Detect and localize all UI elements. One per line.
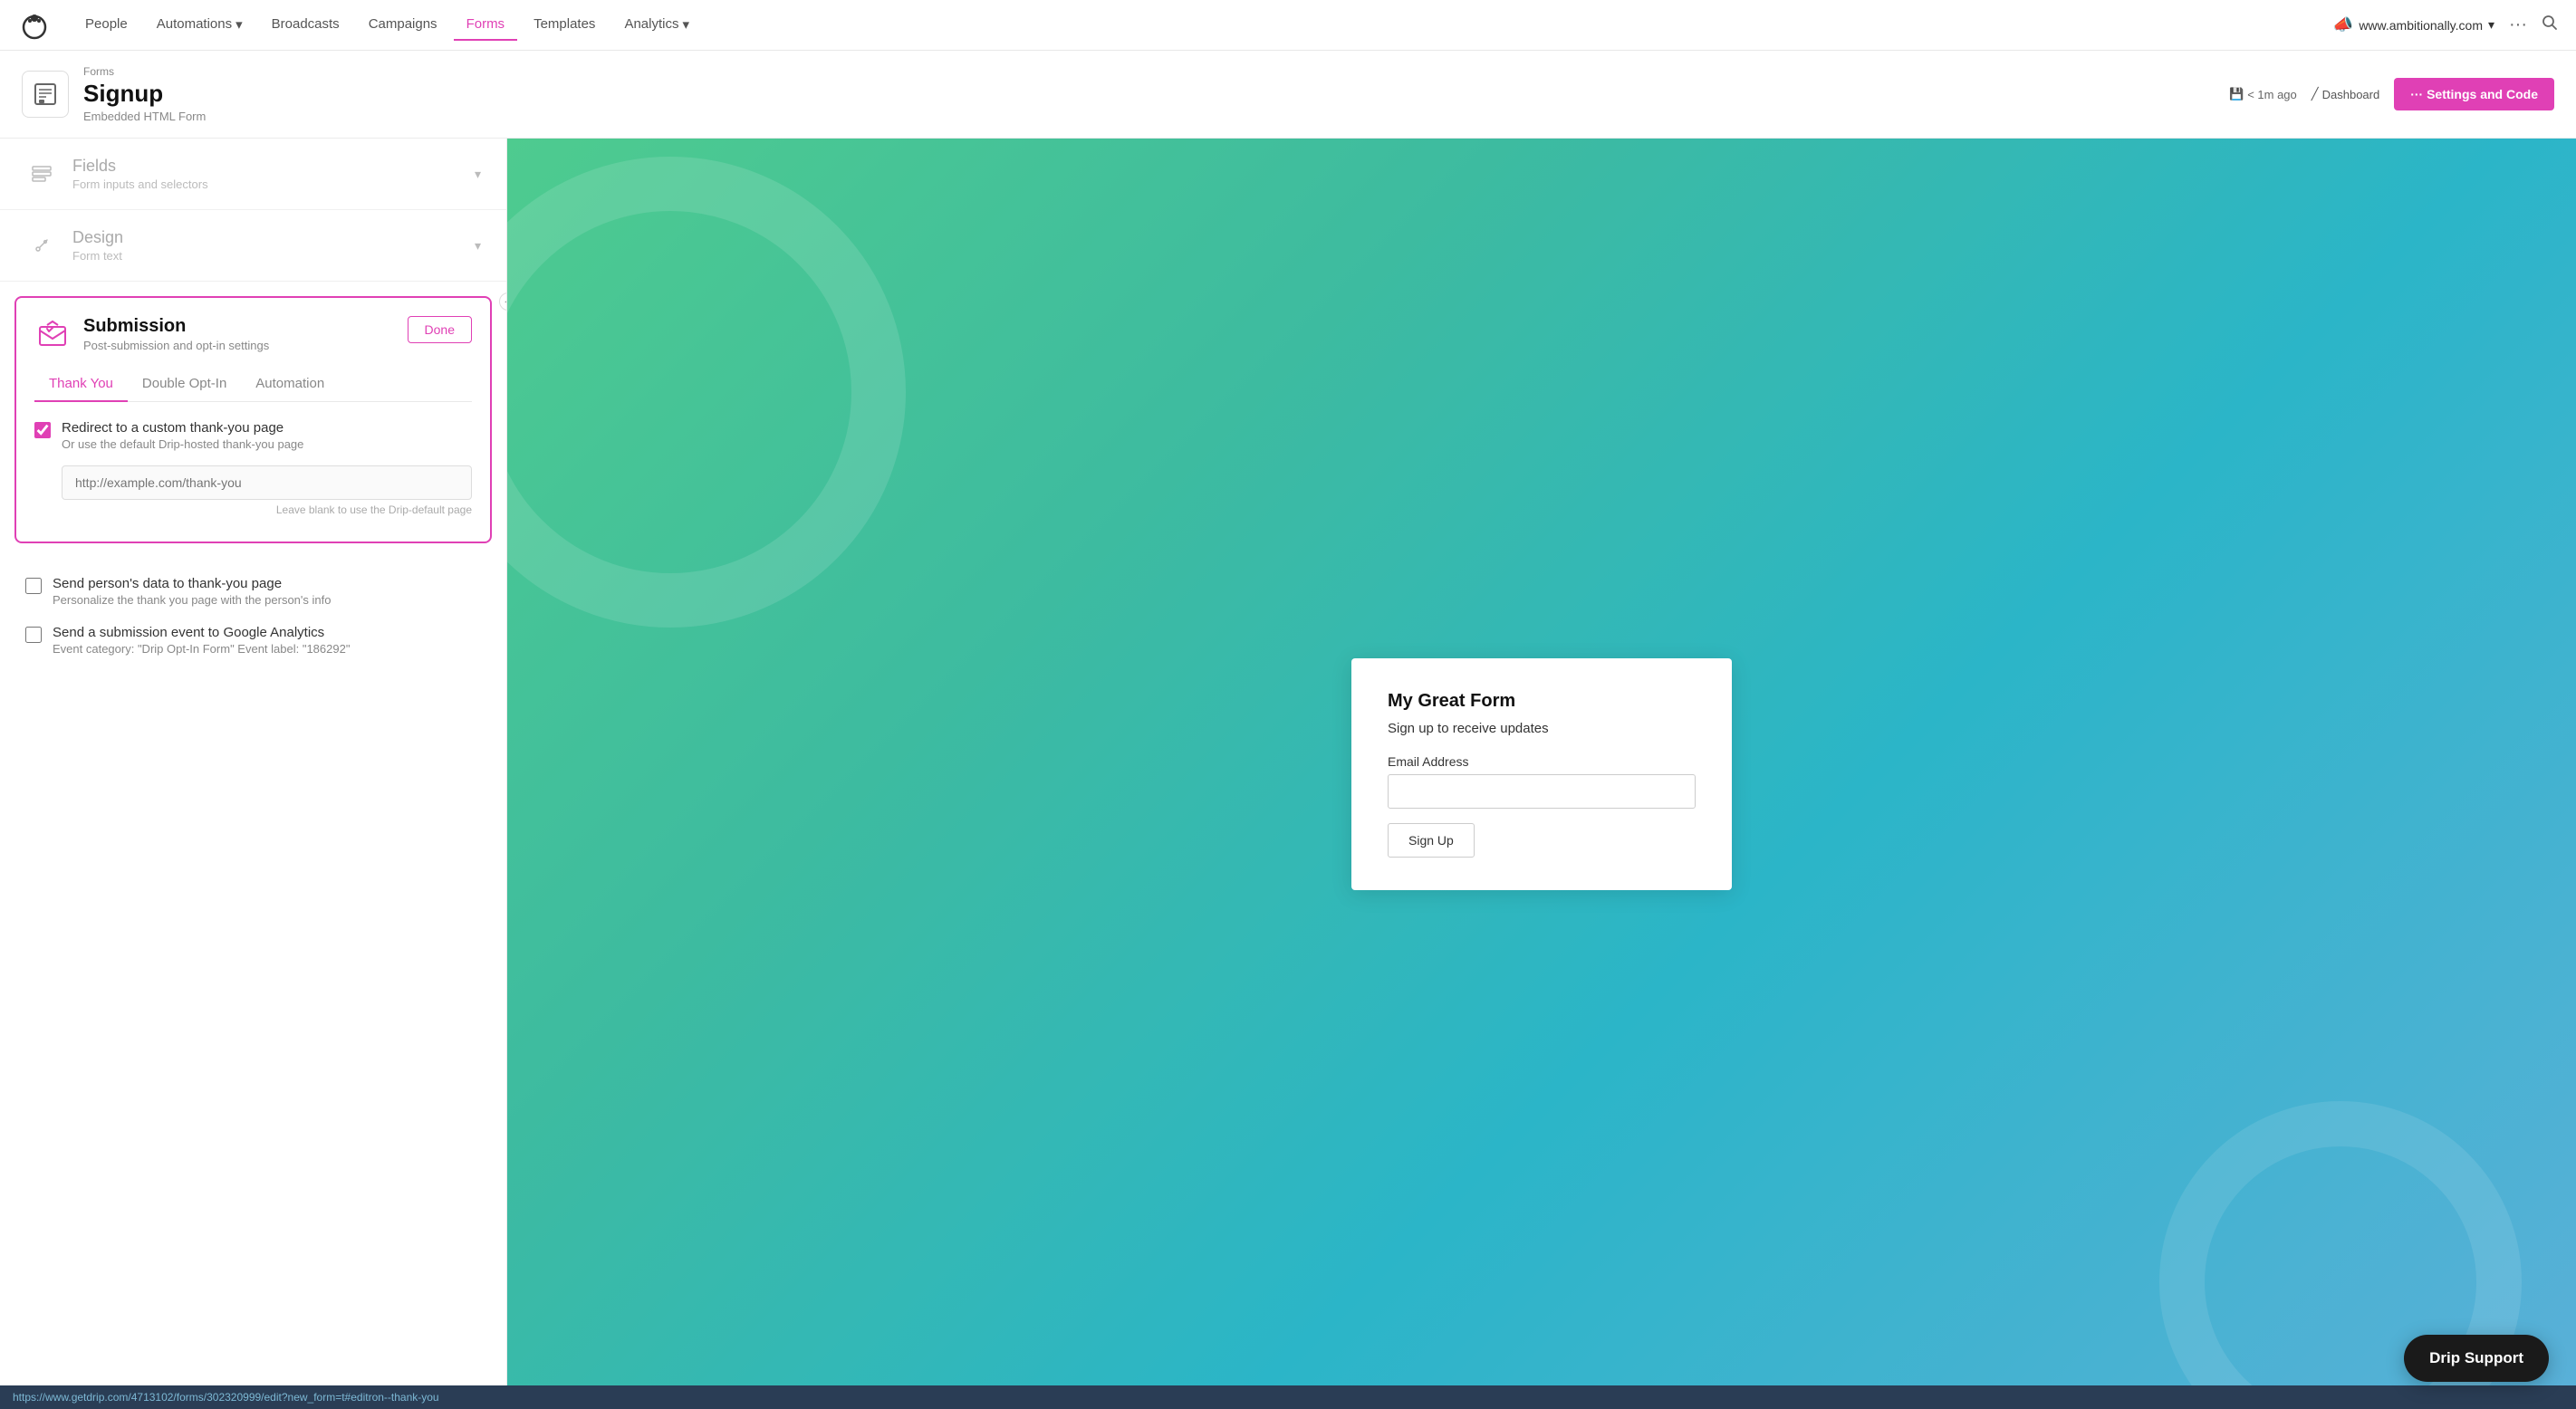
below-section: Send person's data to thank-you page Per… [0, 558, 506, 692]
google-analytics-row: Send a submission event to Google Analyt… [25, 625, 481, 656]
page-header: Forms Signup Embedded HTML Form 💾 < 1m a… [0, 51, 2576, 139]
redirect-desc: Or use the default Drip-hosted thank-you… [62, 437, 303, 451]
more-options-button[interactable]: ··· [2509, 14, 2527, 35]
design-icon [25, 229, 58, 262]
header-text: Forms Signup Embedded HTML Form [83, 65, 2229, 123]
nav-link-forms[interactable]: Forms [454, 9, 518, 41]
page-title: Signup [83, 80, 2229, 108]
design-chevron-icon: ▾ [475, 238, 481, 254]
chart-icon: ╱ [2312, 87, 2319, 101]
left-panel: ◀ Fields Form inputs and selectors ▾ [0, 139, 507, 1409]
redirect-url-input[interactable] [62, 465, 472, 500]
submission-title: Submission [83, 316, 408, 337]
drip-logo[interactable] [18, 9, 51, 42]
chevron-down-icon: ▾ [2488, 17, 2494, 33]
send-data-row: Send person's data to thank-you page Per… [25, 576, 481, 607]
form-preview-title: My Great Form [1388, 691, 1696, 712]
submission-subtitle: Post-submission and opt-in settings [83, 339, 408, 352]
email-label: Email Address [1388, 754, 1696, 769]
nav-link-automations[interactable]: Automations ▾ [144, 9, 255, 42]
dashboard-link[interactable]: ╱ Dashboard [2312, 87, 2379, 101]
collapse-arrow[interactable]: ◀ [499, 292, 507, 311]
breadcrumb: Forms [83, 65, 2229, 78]
submission-icon [34, 316, 71, 352]
page-wrapper: Forms Signup Embedded HTML Form 💾 < 1m a… [0, 51, 2576, 1409]
form-preview-card: My Great Form Sign up to receive updates… [1351, 658, 1732, 890]
nav-links: People Automations ▾ Broadcasts Campaign… [72, 9, 2333, 42]
nav-right: 📣 www.ambitionally.com ▾ ··· [2333, 14, 2558, 35]
submission-title-block: Submission Post-submission and opt-in se… [83, 316, 408, 352]
nav-link-templates[interactable]: Templates [521, 9, 608, 41]
right-panel: My Great Form Sign up to receive updates… [507, 139, 2576, 1409]
chevron-down-icon: ▾ [682, 16, 689, 33]
site-selector[interactable]: 📣 www.ambitionally.com ▾ [2333, 15, 2494, 34]
send-data-checkbox[interactable] [25, 578, 42, 594]
redirect-checkbox-row: Redirect to a custom thank-you page Or u… [34, 420, 472, 451]
redirect-label: Redirect to a custom thank-you page [62, 420, 303, 436]
drip-support-button[interactable]: Drip Support [2404, 1335, 2549, 1382]
form-page-icon [22, 71, 69, 118]
send-data-label: Send person's data to thank-you page [53, 576, 331, 591]
design-title: Design [72, 228, 475, 247]
url-hint: Leave blank to use the Drip-default page [62, 503, 472, 516]
url-input-wrapper: Leave blank to use the Drip-default page [62, 465, 472, 516]
google-analytics-desc: Event category: "Drip Opt-In Form" Event… [53, 642, 350, 656]
content-area: ◀ Fields Form inputs and selectors ▾ [0, 139, 2576, 1409]
done-button[interactable]: Done [408, 316, 472, 343]
fields-chevron-icon: ▾ [475, 167, 481, 182]
nav-link-campaigns[interactable]: Campaigns [356, 9, 450, 41]
nav-link-broadcasts[interactable]: Broadcasts [259, 9, 352, 41]
design-subtitle: Form text [72, 249, 475, 263]
sign-up-button[interactable]: Sign Up [1388, 823, 1475, 858]
search-button[interactable] [2542, 14, 2558, 35]
page-subtitle: Embedded HTML Form [83, 110, 2229, 123]
design-section[interactable]: Design Form text ▾ [0, 210, 506, 282]
nav-link-people[interactable]: People [72, 9, 140, 41]
chevron-down-icon: ▾ [235, 16, 243, 33]
fields-text: Fields Form inputs and selectors [72, 157, 475, 191]
submission-tabs: Thank You Double Opt-In Automation [34, 367, 472, 402]
url-bar: https://www.getdrip.com/4713102/forms/30… [0, 1385, 2576, 1409]
tab-double-opt-in[interactable]: Double Opt-In [128, 367, 241, 402]
google-analytics-label: Send a submission event to Google Analyt… [53, 625, 350, 640]
google-analytics-checkbox[interactable] [25, 627, 42, 643]
tab-thank-you[interactable]: Thank You [34, 367, 128, 402]
fields-subtitle: Form inputs and selectors [72, 177, 475, 191]
header-actions: 💾 < 1m ago ╱ Dashboard ··· Settings and … [2229, 78, 2554, 110]
submission-section: Submission Post-submission and opt-in se… [14, 296, 492, 543]
save-icon: 💾 [2229, 87, 2244, 101]
fields-icon [25, 158, 58, 190]
settings-and-code-button[interactable]: ··· Settings and Code [2394, 78, 2554, 110]
megaphone-icon: 📣 [2333, 15, 2353, 34]
tab-automation[interactable]: Automation [241, 367, 339, 402]
send-data-desc: Personalize the thank you page with the … [53, 593, 331, 607]
redirect-checkbox[interactable] [34, 422, 51, 438]
design-text: Design Form text [72, 228, 475, 263]
submission-header: Submission Post-submission and opt-in se… [34, 316, 472, 352]
preview-background: My Great Form Sign up to receive updates… [507, 139, 2576, 1409]
email-input[interactable] [1388, 774, 1696, 809]
fields-section[interactable]: Fields Form inputs and selectors ▾ [0, 139, 506, 210]
form-preview-desc: Sign up to receive updates [1388, 721, 1696, 736]
save-status: 💾 < 1m ago [2229, 87, 2297, 101]
fields-title: Fields [72, 157, 475, 176]
top-navigation: People Automations ▾ Broadcasts Campaign… [0, 0, 2576, 51]
nav-link-analytics[interactable]: Analytics ▾ [611, 9, 702, 42]
url-bar-text: https://www.getdrip.com/4713102/forms/30… [13, 1391, 439, 1404]
